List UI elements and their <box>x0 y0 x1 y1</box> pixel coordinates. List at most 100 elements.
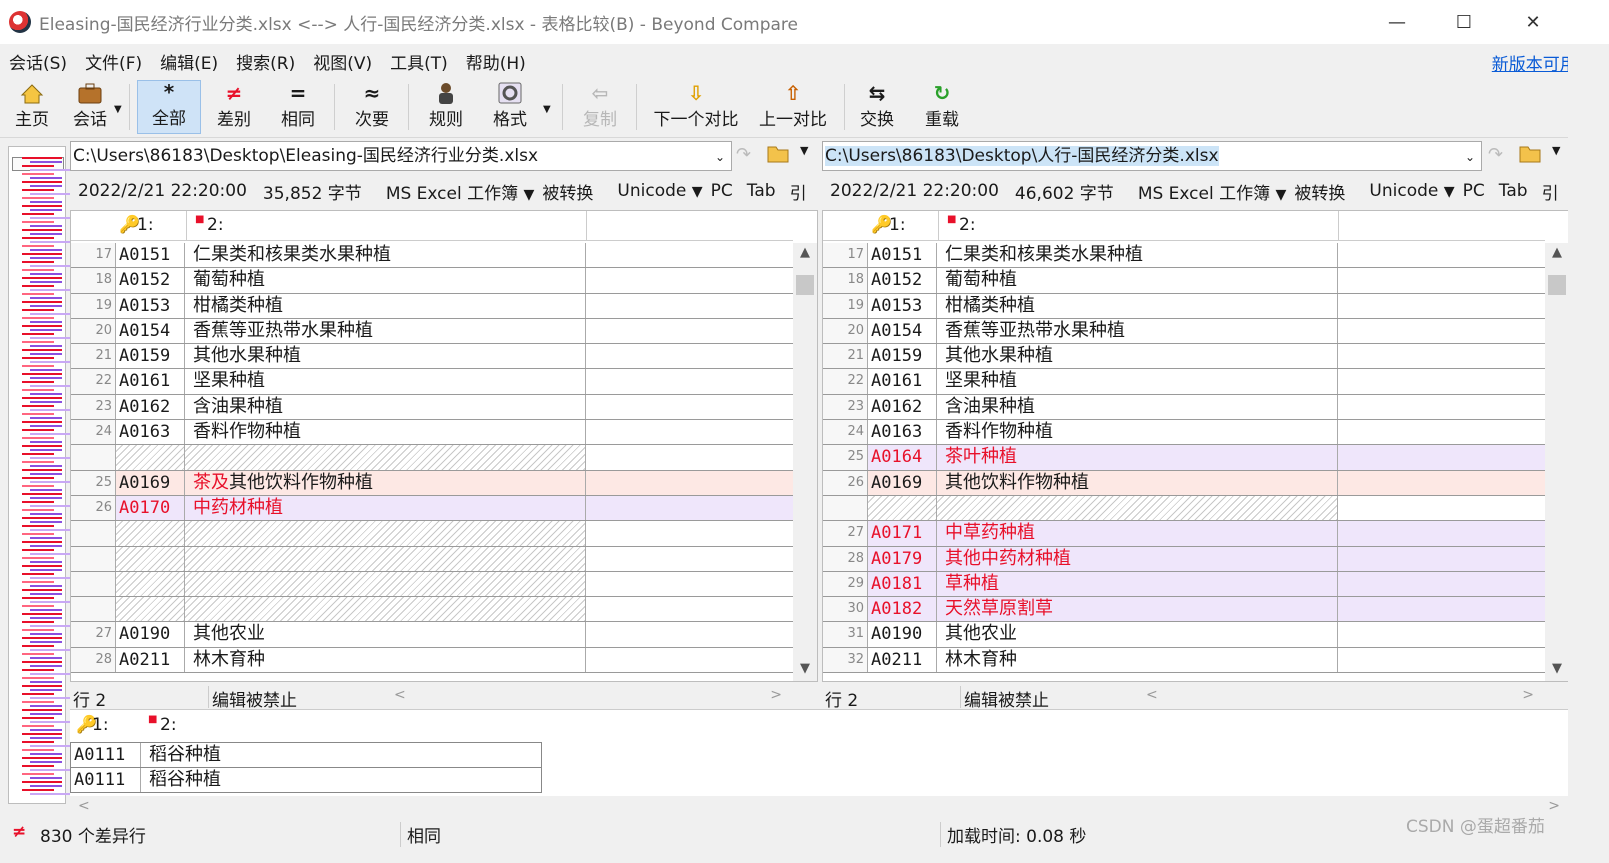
cell-code[interactable]: A0163 <box>868 420 937 445</box>
table-row[interactable]: 29 A0181 草种植 <box>823 571 1545 598</box>
scroll-right-icon[interactable]: > <box>1548 798 1560 814</box>
history-icon[interactable]: ↷ <box>736 144 751 165</box>
cell-code[interactable]: A0161 <box>116 369 185 394</box>
detail-horizontal-scrollbar[interactable]: < > <box>70 796 1568 818</box>
format-dropdown-icon[interactable]: ▼ <box>543 104 551 115</box>
cell-name[interactable]: 其他中药材种植 <box>937 546 1338 571</box>
tab-setting[interactable]: Tab <box>1499 181 1528 201</box>
chevron-down-icon[interactable]: ⌄ <box>1465 143 1475 170</box>
cell-name[interactable]: 林木育种 <box>937 647 1338 673</box>
table-row[interactable]: 23 A0162 含油果种植 <box>823 394 1545 421</box>
folder-open-icon[interactable] <box>1518 142 1544 169</box>
cell-name[interactable]: 仁果类和核果类水果种植 <box>185 243 586 268</box>
cell-code[interactable]: A0163 <box>116 420 185 445</box>
scroll-left-icon[interactable]: < <box>394 687 406 703</box>
table-row[interactable]: 25 A0164 茶叶种植 <box>823 445 1545 471</box>
cell-name[interactable]: 柑橘类种植 <box>185 293 586 318</box>
cell-code[interactable]: A0182 <box>868 597 937 622</box>
scroll-up-icon[interactable]: ▲ <box>793 245 817 265</box>
minimize-button[interactable]: — <box>1374 0 1420 44</box>
table-row[interactable]: 27 A0190 其他农业 <box>71 622 793 648</box>
table-row[interactable]: 28 A0179 其他中药材种植 <box>823 546 1545 572</box>
cell-name[interactable]: 香蕉等亚热带水果种植 <box>185 318 586 344</box>
cell-name[interactable]: 含油果种植 <box>185 394 586 420</box>
table-row[interactable]: 18 A0152 葡萄种植 <box>71 268 793 294</box>
cell-code[interactable]: A0181 <box>868 571 937 597</box>
cell-code[interactable]: A0190 <box>868 622 937 647</box>
cell-code[interactable] <box>116 546 185 571</box>
encoding-select[interactable]: Unicode ▼ <box>609 181 702 201</box>
cell-code[interactable]: A0161 <box>868 369 937 394</box>
cell-name[interactable]: 香蕉等亚热带水果种植 <box>937 318 1338 344</box>
line-ending[interactable]: PC <box>711 181 733 201</box>
menu-help[interactable]: 帮助(H) <box>457 49 535 74</box>
format-button[interactable]: 格式 <box>482 80 538 134</box>
table-row[interactable]: 18 A0152 葡萄种植 <box>823 268 1545 294</box>
cell-code[interactable]: A0159 <box>868 344 937 369</box>
cell-name[interactable]: 天然草原割草 <box>937 597 1338 622</box>
cell-code[interactable] <box>868 495 937 521</box>
cell-name[interactable]: 中草药种植 <box>937 521 1338 546</box>
folder-open-icon[interactable] <box>766 142 792 169</box>
cell-code[interactable]: A0162 <box>116 394 185 420</box>
close-button[interactable]: ✕ <box>1510 0 1556 44</box>
minor-button[interactable]: ≈ 次要 <box>344 80 400 134</box>
file-type-select[interactable]: MS Excel 工作簿 ▼ <box>378 179 535 204</box>
cell-name[interactable]: 柑橘类种植 <box>937 293 1338 318</box>
quote-setting[interactable]: 引 <box>1542 179 1559 204</box>
menu-file[interactable]: 文件(F) <box>76 49 151 74</box>
cell-code[interactable]: A0164 <box>868 445 937 470</box>
table-row[interactable]: 22 A0161 坚果种植 <box>71 369 793 395</box>
table-row[interactable]: 27 A0171 中草药种植 <box>823 521 1545 547</box>
cell-code[interactable]: A0169 <box>868 470 937 495</box>
table-row[interactable]: 26 A0169 其他饮料作物种植 <box>823 470 1545 496</box>
menu-session[interactable]: 会话(S) <box>0 49 76 74</box>
cell-name[interactable]: 含油果种植 <box>937 394 1338 420</box>
column-1-header[interactable]: 1: <box>137 215 154 235</box>
scroll-down-icon[interactable]: ▼ <box>793 661 817 681</box>
cell-name[interactable]: 坚果种植 <box>185 369 586 394</box>
cell-code[interactable]: A0170 <box>116 495 185 521</box>
table-row[interactable]: 20 A0154 香蕉等亚热带水果种植 <box>823 318 1545 345</box>
cell-name[interactable] <box>937 495 1338 521</box>
left-grid[interactable]: 🔑 1: ■ 2: 17 A0151 仁果类和核果类水果种植 18 A0152 葡萄种植 1… <box>70 210 818 682</box>
left-vertical-scrollbar[interactable]: ▲ ▼ <box>793 243 817 681</box>
cell-name[interactable]: 其他水果种植 <box>185 344 586 369</box>
cell-code[interactable]: A0171 <box>868 521 937 546</box>
cell-code[interactable]: A0190 <box>116 622 185 647</box>
cell-name[interactable]: 中药材种植 <box>185 495 586 521</box>
table-row[interactable] <box>823 495 1545 522</box>
cell-code[interactable]: A0152 <box>116 268 185 293</box>
cell-code[interactable]: A0153 <box>116 293 185 318</box>
cell-code[interactable]: A0153 <box>868 293 937 318</box>
chevron-down-icon[interactable]: ⌄ <box>715 143 725 170</box>
cell-code[interactable]: A0162 <box>868 394 937 420</box>
session-button[interactable]: 会话 <box>64 80 116 134</box>
menu-search[interactable]: 搜索(R) <box>227 49 304 74</box>
history-icon[interactable]: ↷ <box>1488 144 1503 165</box>
table-row[interactable]: 17 A0151 仁果类和核果类水果种植 <box>823 243 1545 269</box>
table-row[interactable]: 19 A0153 柑橘类种植 <box>71 293 793 319</box>
cell-code[interactable]: A0151 <box>116 243 185 268</box>
menu-edit[interactable]: 编辑(E) <box>151 49 227 74</box>
scroll-down-icon[interactable]: ▼ <box>1545 661 1569 681</box>
cell-name[interactable] <box>185 521 586 546</box>
cell-code[interactable] <box>116 445 185 470</box>
table-row[interactable]: 26 A0170 中药材种植 <box>71 495 793 522</box>
cell-name[interactable]: 其他农业 <box>937 622 1338 647</box>
table-row[interactable]: 31 A0190 其他农业 <box>823 622 1545 648</box>
cell-name[interactable]: 香料作物种植 <box>937 420 1338 445</box>
show-same-button[interactable]: = 相同 <box>270 80 326 134</box>
cell-name[interactable] <box>185 571 586 597</box>
cell-name[interactable] <box>185 445 586 470</box>
cell-name[interactable]: 其他水果种植 <box>937 344 1338 369</box>
cell-name[interactable]: 其他饮料作物种植 <box>937 470 1338 495</box>
line-ending[interactable]: PC <box>1463 181 1485 201</box>
table-row[interactable]: 21 A0159 其他水果种植 <box>71 344 793 370</box>
column-2-header[interactable]: 2: <box>207 215 224 235</box>
cell-code[interactable] <box>116 571 185 597</box>
cell-code[interactable]: A0154 <box>868 318 937 344</box>
table-row[interactable]: 20 A0154 香蕉等亚热带水果种植 <box>71 318 793 345</box>
cell-name[interactable]: 葡萄种植 <box>185 268 586 293</box>
cell-name[interactable]: 其他农业 <box>185 622 586 647</box>
